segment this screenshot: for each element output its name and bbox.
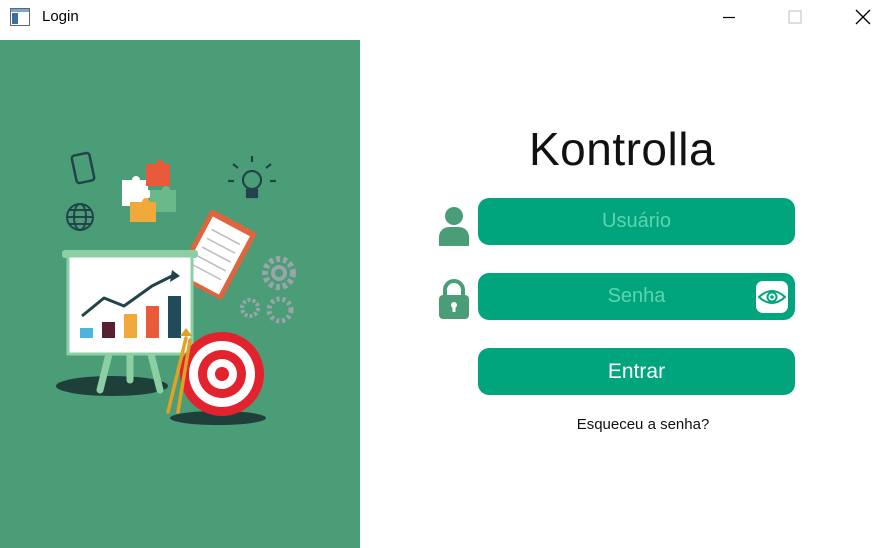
- smartphone-icon: [70, 151, 96, 185]
- password-field[interactable]: [478, 273, 795, 320]
- lock-icon: [439, 279, 469, 319]
- login-button[interactable]: Entrar: [478, 348, 795, 395]
- globe-icon: [66, 203, 94, 231]
- eye-icon: [758, 290, 786, 304]
- puzzle-icon: [122, 160, 176, 222]
- gear-icon: [240, 256, 296, 324]
- minimize-icon: [723, 16, 735, 19]
- target-icon: [180, 332, 264, 416]
- forgot-password-link[interactable]: Esqueceu a senha?: [520, 416, 766, 433]
- business-illustration: [56, 151, 296, 425]
- user-icon: [439, 207, 469, 246]
- minimize-button[interactable]: [706, 0, 752, 34]
- title-bar: Login: [0, 0, 888, 36]
- username-field[interactable]: [478, 198, 795, 245]
- maximize-button[interactable]: [772, 0, 818, 34]
- brand-title: Kontrolla: [528, 123, 716, 175]
- app-window-icon: [10, 8, 30, 26]
- illustration-panel: [0, 40, 360, 548]
- window-title: Login: [42, 8, 79, 25]
- maximize-icon: [788, 10, 802, 24]
- board-shadow: [56, 376, 168, 396]
- close-icon: [855, 9, 871, 25]
- lightbulb-icon: [228, 156, 276, 199]
- close-button[interactable]: [840, 0, 886, 34]
- show-password-button[interactable]: [756, 281, 788, 313]
